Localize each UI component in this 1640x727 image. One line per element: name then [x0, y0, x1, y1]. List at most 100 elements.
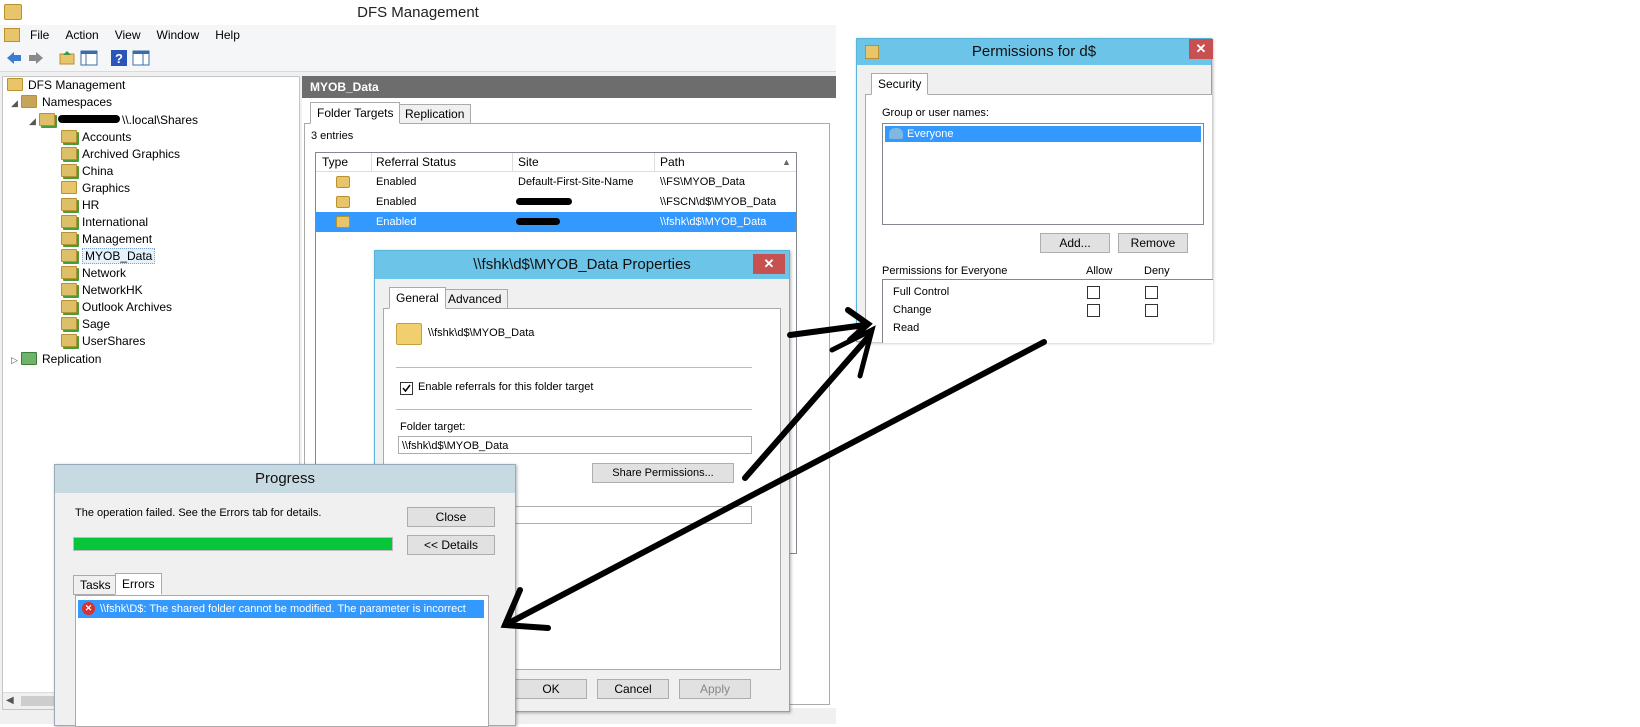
progress-fill: [74, 538, 392, 550]
namespace-icon: [39, 113, 55, 126]
tree-root[interactable]: DFS Management: [7, 77, 125, 94]
add-button[interactable]: Add...: [1040, 233, 1110, 253]
security-panel: Group or user names: Everyone Add... Rem…: [865, 94, 1213, 343]
tree-folder[interactable]: HR: [61, 197, 99, 214]
folder-target-label: Folder target:: [400, 421, 466, 433]
tree-folder-label: Archived Graphics: [82, 147, 181, 161]
tab-advanced[interactable]: Advanced: [441, 289, 509, 309]
system-menu-icon[interactable]: [4, 28, 20, 42]
deny-full-control-checkbox[interactable]: [1145, 286, 1158, 299]
up-folder-icon[interactable]: [58, 49, 76, 67]
pane-header: MYOB_Data: [302, 76, 836, 98]
table-row[interactable]: Enabled \\FSCN\d$\MYOB_Data: [316, 192, 796, 212]
permission-name: Read: [893, 322, 920, 334]
close-icon[interactable]: ✕: [1189, 39, 1213, 59]
table-row[interactable]: Enabled Default-First-Site-Name \\FS\MYO…: [316, 172, 796, 192]
app-icon: [4, 4, 22, 20]
menu-action[interactable]: Action: [57, 25, 106, 45]
column-type[interactable]: Type: [322, 153, 348, 171]
tree-folder-label: NetworkHK: [82, 283, 143, 297]
expand-arrow-icon[interactable]: ▷: [11, 352, 21, 369]
tree-folder[interactable]: Outlook Archives: [61, 299, 172, 316]
remove-button[interactable]: Remove: [1118, 233, 1188, 253]
forward-arrow-icon[interactable]: [27, 49, 45, 67]
show-action-pane-icon[interactable]: [132, 49, 150, 67]
progress-dialog: Progress The operation failed. See the E…: [54, 464, 516, 727]
unnamed-field[interactable]: [504, 506, 752, 524]
entries-count: 3 entries: [311, 130, 354, 142]
target-path: \\fshk\d$\MYOB_Data: [428, 327, 535, 339]
collapse-arrow-icon[interactable]: ◢: [11, 95, 21, 112]
close-button[interactable]: Close: [407, 507, 495, 527]
scroll-left-icon[interactable]: ◀: [6, 695, 14, 706]
collapse-arrow-icon[interactable]: ◢: [29, 113, 39, 130]
menu-help[interactable]: Help: [207, 25, 248, 45]
folder-icon: [61, 164, 77, 177]
tree-folder[interactable]: International: [61, 214, 148, 231]
allow-full-control-checkbox[interactable]: [1087, 286, 1100, 299]
column-path[interactable]: Path: [660, 153, 685, 171]
cancel-button[interactable]: Cancel: [597, 679, 669, 699]
apply-button[interactable]: Apply: [679, 679, 751, 699]
menu-file[interactable]: File: [22, 25, 57, 45]
tab-folder-targets[interactable]: Folder Targets: [310, 102, 401, 124]
tree-folder[interactable]: Network: [61, 265, 126, 282]
tree-folder[interactable]: China: [61, 163, 113, 180]
permissions-title: Permissions for d$: [857, 39, 1211, 65]
cell-site: Default-First-Site-Name: [518, 176, 634, 188]
back-arrow-icon[interactable]: [5, 49, 23, 67]
tab-replication[interactable]: Replication: [398, 104, 472, 124]
column-site[interactable]: Site: [518, 153, 539, 171]
help-icon[interactable]: ?: [110, 49, 128, 67]
tab-security[interactable]: Security: [871, 73, 929, 95]
tab-tasks[interactable]: Tasks: [73, 575, 118, 595]
folder-icon: [865, 45, 879, 59]
permission-name: Change: [893, 304, 932, 316]
tree-namespaces-label: Namespaces: [42, 95, 113, 109]
tree-folder[interactable]: UserShares: [61, 333, 145, 350]
tab-general[interactable]: General: [389, 287, 446, 309]
tree-folder-label: International: [82, 215, 149, 229]
tree-folder-label: UserShares: [82, 334, 146, 348]
tree-folder-label: Management: [82, 232, 153, 246]
tree-folder[interactable]: Sage: [61, 316, 110, 333]
properties-title: \\fshk\d$\MYOB_Data Properties: [375, 251, 789, 279]
enable-referrals-label: Enable referrals for this folder target: [418, 381, 594, 393]
share-permissions-button[interactable]: Share Permissions...: [592, 463, 734, 483]
folder-target-field[interactable]: \\fshk\d$\MYOB_Data: [398, 436, 752, 454]
allow-change-checkbox[interactable]: [1087, 304, 1100, 317]
allow-label: Allow: [1086, 265, 1113, 277]
deny-change-checkbox[interactable]: [1145, 304, 1158, 317]
tree-namespace-node[interactable]: ◢ \\.local\Shares: [29, 112, 198, 129]
tree-folder[interactable]: NetworkHK: [61, 282, 143, 299]
folder-icon: [61, 300, 77, 313]
table-row-selected[interactable]: Enabled \\fshk\d$\MYOB_Data: [316, 212, 796, 232]
tree-folder[interactable]: Archived Graphics: [61, 146, 180, 163]
details-button[interactable]: << Details: [407, 535, 495, 555]
show-hide-tree-icon[interactable]: [80, 49, 98, 67]
tree-root-label: DFS Management: [28, 78, 126, 92]
tree-folder[interactable]: Management: [61, 231, 152, 248]
deny-label: Deny: [1144, 265, 1170, 277]
close-icon[interactable]: ✕: [753, 254, 785, 274]
tree-folder[interactable]: Accounts: [61, 129, 131, 146]
redaction-mark: [516, 218, 560, 225]
tree-folder-selected[interactable]: MYOB_Data: [61, 248, 156, 265]
tab-errors[interactable]: Errors: [115, 573, 162, 595]
user-row[interactable]: Everyone: [885, 126, 1201, 142]
tree-folder[interactable]: Graphics: [61, 180, 130, 197]
ok-button[interactable]: OK: [515, 679, 587, 699]
redaction-mark: [58, 115, 120, 123]
tree-replication[interactable]: ▷ Replication: [11, 351, 101, 368]
column-referral-status[interactable]: Referral Status: [376, 153, 456, 171]
permission-name: Full Control: [893, 286, 950, 298]
window-title: DFS Management: [0, 0, 836, 27]
tree-namespaces[interactable]: ◢ Namespaces: [11, 94, 112, 111]
folder-icon: [61, 232, 77, 245]
folder-target-icon: [336, 176, 350, 188]
menu-view[interactable]: View: [107, 25, 149, 45]
menu-window[interactable]: Window: [149, 25, 208, 45]
enable-referrals-checkbox[interactable]: [400, 382, 413, 395]
tree-folder-label: Sage: [82, 317, 111, 331]
error-row[interactable]: ✕ \\fshk\D$: The shared folder cannot be…: [78, 600, 484, 618]
